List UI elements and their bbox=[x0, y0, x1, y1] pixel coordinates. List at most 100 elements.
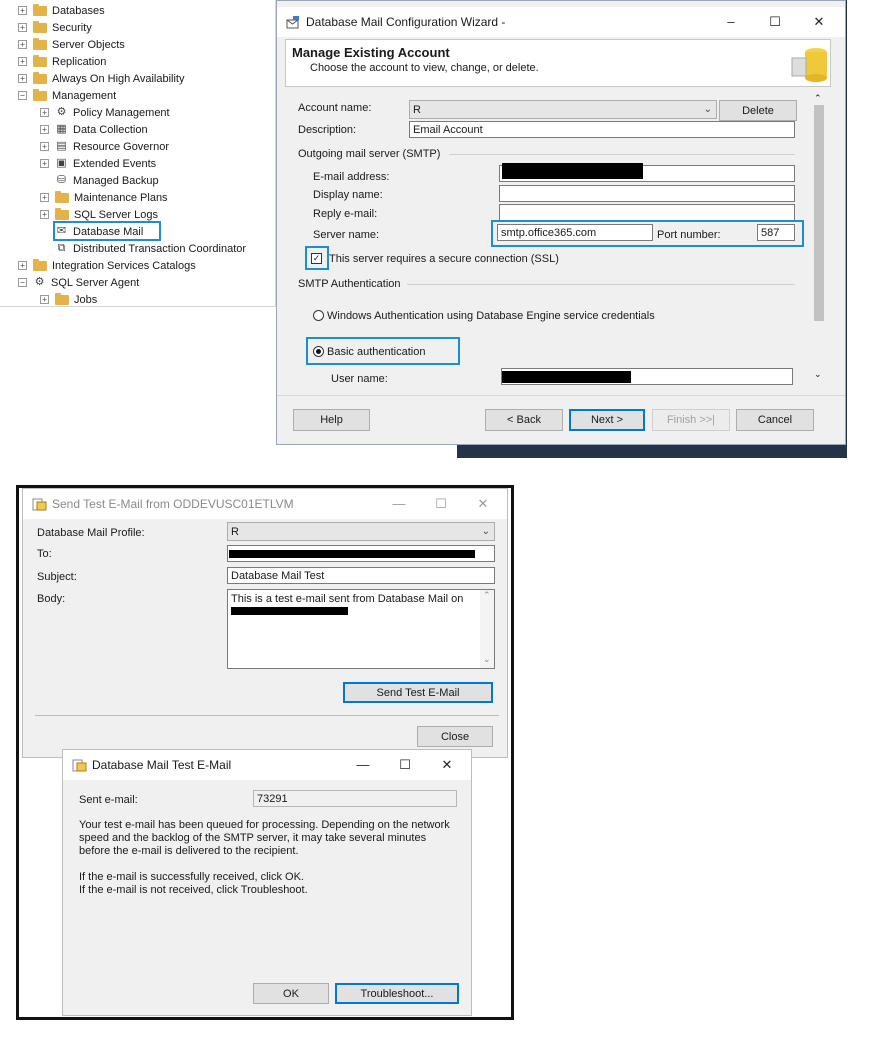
wizard-header: Manage Existing Account Choose the accou… bbox=[285, 39, 831, 87]
tree-item-management[interactable]: − Management bbox=[18, 87, 116, 104]
expand-icon[interactable]: + bbox=[40, 142, 49, 151]
maximize-button[interactable]: ☐ bbox=[419, 489, 463, 519]
username-redaction bbox=[502, 371, 631, 383]
tree-item-resource-governor[interactable]: + ▤ Resource Governor bbox=[40, 138, 169, 155]
profile-select[interactable]: R ⌄ bbox=[227, 522, 495, 541]
tree-item-label: Maintenance Plans bbox=[74, 191, 168, 204]
expand-icon[interactable]: + bbox=[18, 74, 27, 83]
expand-icon bbox=[40, 176, 49, 185]
username-label: User name: bbox=[331, 373, 388, 385]
expand-icon[interactable]: + bbox=[18, 40, 27, 49]
queued-message-line-3: before the e-mail is delivered to the re… bbox=[79, 845, 299, 857]
wizard-heading: Manage Existing Account bbox=[292, 45, 450, 60]
tree-item-distributed-transaction-coordinator[interactable]: ⧉ Distributed Transaction Coordinator bbox=[40, 240, 246, 257]
resource-icon: ▤ bbox=[56, 140, 67, 152]
close-button[interactable]: ✕ bbox=[425, 750, 469, 780]
body-textarea[interactable]: This is a test e-mail sent from Database… bbox=[227, 589, 495, 669]
description-input[interactable]: Email Account bbox=[409, 121, 795, 138]
database-mail-highlight bbox=[53, 221, 161, 241]
reply-email-input[interactable] bbox=[499, 204, 795, 221]
body-scrollbar[interactable]: ⌃ ⌄ bbox=[480, 590, 494, 668]
collapse-icon[interactable]: − bbox=[18, 91, 27, 100]
queued-message-line-1: Your test e-mail has been queued for pro… bbox=[79, 819, 450, 831]
next-button[interactable]: Next > bbox=[569, 409, 645, 431]
ok-button[interactable]: OK bbox=[253, 983, 329, 1004]
account-name-label: Account name: bbox=[298, 102, 372, 114]
minimize-button[interactable]: — bbox=[377, 489, 421, 519]
expand-icon[interactable]: + bbox=[18, 57, 27, 66]
tree-item-data-collection[interactable]: + ▦ Data Collection bbox=[40, 121, 148, 138]
scroll-thumb[interactable] bbox=[814, 105, 824, 321]
close-button[interactable]: ✕ bbox=[461, 489, 505, 519]
delete-button[interactable]: Delete bbox=[719, 100, 797, 121]
received-instruction: If the e-mail is successfully received, … bbox=[79, 871, 304, 883]
back-button[interactable]: < Back bbox=[485, 409, 563, 431]
tree-item-maintenance-plans[interactable]: + Maintenance Plans bbox=[40, 189, 168, 206]
send-test-email-window: Send Test E-Mail from ODDEVUSC01ETLVM — … bbox=[22, 488, 508, 758]
tree-item-server-objects[interactable]: + Server Objects bbox=[18, 36, 125, 53]
tree-item-always-on-high-availability[interactable]: + Always On High Availability bbox=[18, 70, 184, 87]
server-name-label: Server name: bbox=[313, 229, 380, 241]
cancel-button[interactable]: Cancel bbox=[736, 409, 814, 431]
expand-icon[interactable]: + bbox=[40, 210, 49, 219]
tree-item-label: Policy Management bbox=[73, 106, 170, 119]
folder-icon bbox=[33, 71, 47, 84]
windows-auth-radio[interactable] bbox=[313, 310, 324, 321]
tree-item-label: Server Objects bbox=[52, 38, 125, 51]
send-test-titlebar[interactable]: Send Test E-Mail from ODDEVUSC01ETLVM — … bbox=[23, 489, 507, 519]
mail-test-result-window: Database Mail Test E-Mail — ☐ ✕ Sent e-m… bbox=[62, 749, 472, 1016]
expand-icon[interactable]: + bbox=[40, 108, 49, 117]
tree-item-sql-server-agent[interactable]: − ⚙ SQL Server Agent bbox=[18, 274, 139, 291]
finish-button: Finish >>| bbox=[652, 409, 730, 431]
close-dialog-button[interactable]: Close bbox=[417, 726, 493, 747]
display-name-label: Display name: bbox=[313, 189, 383, 201]
footer-divider bbox=[277, 395, 845, 396]
tree-item-policy-management[interactable]: + ⚙ Policy Management bbox=[40, 104, 170, 121]
expand-icon[interactable]: + bbox=[18, 23, 27, 32]
expand-icon[interactable]: + bbox=[40, 193, 49, 202]
mail-test-titlebar[interactable]: Database Mail Test E-Mail — ☐ ✕ bbox=[63, 750, 471, 780]
tree-item-label: Management bbox=[52, 89, 117, 102]
tree-item-jobs[interactable]: + Jobs bbox=[40, 291, 97, 308]
wizard-titlebar[interactable]: Database Mail Configuration Wizard - – ☐… bbox=[277, 7, 845, 37]
tree-item-extended-events[interactable]: + ▣ Extended Events bbox=[40, 155, 156, 172]
expand-icon[interactable]: + bbox=[40, 159, 49, 168]
troubleshoot-button[interactable]: Troubleshoot... bbox=[335, 983, 459, 1004]
collapse-icon[interactable]: − bbox=[18, 278, 27, 287]
scroll-down-arrow[interactable]: ⌄ bbox=[814, 369, 822, 380]
tree-item-label: Integration Services Catalogs bbox=[52, 259, 196, 272]
tree-item-replication[interactable]: + Replication bbox=[18, 53, 106, 70]
expand-icon bbox=[40, 227, 49, 236]
wizard-scrollbar[interactable]: ⌃ ⌄ bbox=[811, 93, 827, 385]
minimize-button[interactable]: — bbox=[341, 750, 385, 780]
folder-icon bbox=[55, 207, 69, 220]
server-port-highlight bbox=[491, 220, 804, 247]
tree-item-label: SQL Server Logs bbox=[74, 208, 158, 221]
expand-icon[interactable]: + bbox=[40, 125, 49, 134]
expand-icon[interactable]: + bbox=[18, 6, 27, 15]
tree-item-integration-services-catalogs[interactable]: + Integration Services Catalogs bbox=[18, 257, 196, 274]
subject-input[interactable]: Database Mail Test bbox=[227, 567, 495, 584]
send-test-email-button[interactable]: Send Test E-Mail bbox=[343, 682, 493, 703]
close-button[interactable]: ✕ bbox=[797, 7, 841, 37]
tree-item-label: Distributed Transaction Coordinator bbox=[73, 242, 247, 255]
wizard-title: Database Mail Configuration Wizard - bbox=[306, 15, 506, 29]
expand-icon[interactable]: + bbox=[40, 295, 49, 304]
wizard-subheading: Choose the account to view, change, or d… bbox=[310, 62, 539, 74]
folder-icon bbox=[33, 54, 47, 67]
profile-value: R bbox=[231, 525, 239, 538]
scroll-up-arrow[interactable]: ⌃ bbox=[814, 93, 822, 104]
maximize-button[interactable]: ☐ bbox=[383, 750, 427, 780]
expand-icon[interactable]: + bbox=[18, 261, 27, 270]
tree-item-security[interactable]: + Security bbox=[18, 19, 92, 36]
minimize-button[interactable]: – bbox=[709, 7, 753, 37]
mail-envelope-icon bbox=[32, 497, 47, 511]
account-name-select[interactable]: R ⌄ bbox=[409, 100, 717, 119]
email-redaction bbox=[502, 163, 643, 179]
display-name-input[interactable] bbox=[499, 185, 795, 202]
tree-item-managed-backup[interactable]: ⛁ Managed Backup bbox=[40, 172, 159, 189]
maximize-button[interactable]: ☐ bbox=[753, 7, 797, 37]
tree-item-databases[interactable]: + Databases bbox=[18, 2, 105, 19]
database-icon bbox=[790, 44, 830, 84]
help-button[interactable]: Help bbox=[293, 409, 370, 431]
